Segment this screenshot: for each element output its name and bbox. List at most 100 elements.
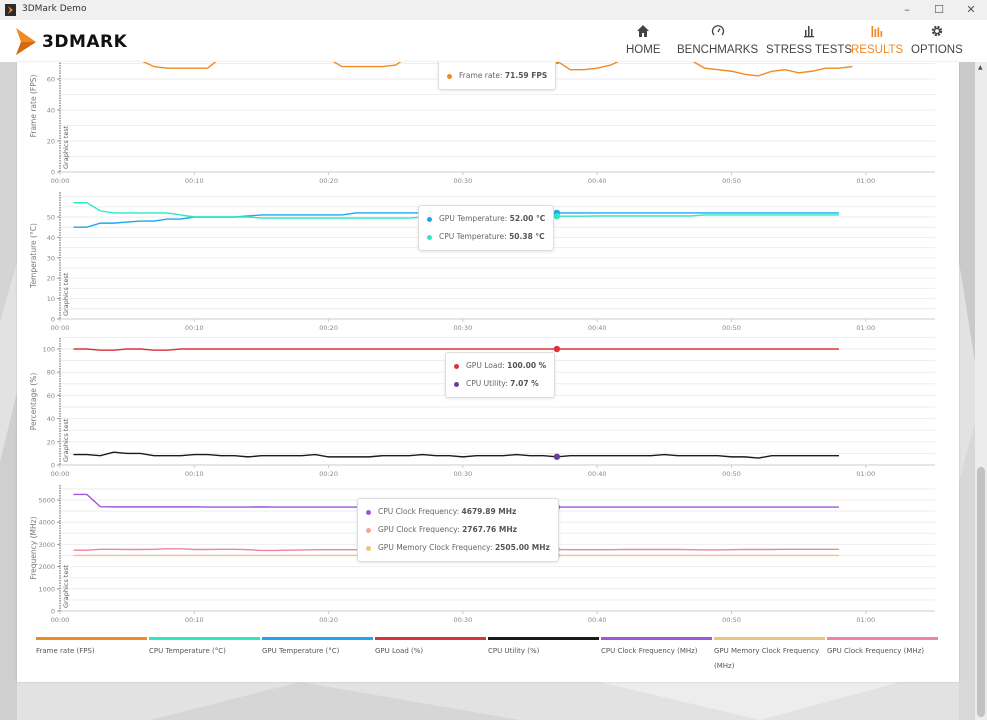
nav-options[interactable]: OPTIONS xyxy=(911,24,963,56)
y-tick-label: 30 xyxy=(47,254,55,262)
hover-point xyxy=(553,345,561,353)
x-tick-label: 00:00 xyxy=(51,324,70,332)
legend-label: CPU Utility (%) xyxy=(488,647,540,655)
y-tick-label: 40 xyxy=(47,415,55,423)
legend-label: GPU Clock Frequency (MHz) xyxy=(827,647,925,655)
nav-home[interactable]: HOME xyxy=(626,24,661,56)
legend-swatch xyxy=(827,637,938,640)
scrollbar-thumb[interactable] xyxy=(977,467,985,717)
results-panel: 0 20 40 60 00:00 00:10 00:20 00:30 00:40 00:50 01:… xyxy=(17,62,959,682)
legend-swatch xyxy=(375,637,486,640)
y-axis-label: Frequency (MHz) xyxy=(29,516,38,579)
3dmark-logo[interactable]: 3DMARK xyxy=(12,26,157,56)
tooltip-label: CPU Clock Frequency: xyxy=(378,507,462,516)
close-button[interactable]: ✕ xyxy=(956,2,986,18)
tooltip-label: CPU Utility: xyxy=(466,379,511,388)
x-tick-label: 00:20 xyxy=(319,324,338,332)
series-dot-icon xyxy=(454,363,459,369)
tooltip-row: CPU Temperature: 50.38 °C xyxy=(427,228,545,246)
app-icon xyxy=(5,4,16,16)
graphics-test-label: Graphics test xyxy=(62,564,70,608)
nav-home-label: HOME xyxy=(626,44,661,56)
vertical-scrollbar[interactable]: ▲ xyxy=(975,62,987,720)
gear-icon xyxy=(931,25,943,37)
scroll-up-arrow-icon[interactable]: ▲ xyxy=(978,64,983,71)
y-axis-label: Frame rate (FPS) xyxy=(29,75,38,138)
tooltip-value: 2505.00 MHz xyxy=(494,543,550,552)
legend-item[interactable]: GPU Clock Frequency (MHz) xyxy=(827,637,940,674)
graphics-test-label: Graphics test xyxy=(62,125,70,169)
tooltip-row: CPU Clock Frequency: 4679.89 MHz xyxy=(366,503,550,521)
legend-label: CPU Clock Frequency (MHz) xyxy=(601,647,698,655)
y-tick-label: 80 xyxy=(47,369,55,377)
results-icon xyxy=(871,26,883,37)
x-tick-label: 00:10 xyxy=(185,470,204,478)
x-tick-label: 00:20 xyxy=(319,177,338,185)
y-tick-label: 100 xyxy=(43,346,55,354)
series-line xyxy=(73,348,839,351)
app-header: 3DMARK HOME BENCHMARKS STRESS TESTS RESU… xyxy=(0,20,987,62)
y-tick-label: 50 xyxy=(47,214,55,222)
y-tick-label: 5000 xyxy=(38,497,55,505)
chart-tooltip: GPU Load: 100.00 % CPU Utility: 7.07 % xyxy=(445,352,556,398)
nav-benchmarks[interactable]: BENCHMARKS xyxy=(677,24,758,56)
series-dot-icon xyxy=(366,545,371,551)
y-tick-label: 4000 xyxy=(38,519,55,527)
y-tick-label: 0 xyxy=(51,462,55,470)
tooltip-label: GPU Load: xyxy=(466,361,508,370)
legend-item[interactable]: Frame rate (FPS) xyxy=(36,637,149,674)
nav-results[interactable]: RESULTS xyxy=(851,24,903,56)
x-tick-label: 00:50 xyxy=(722,177,741,185)
legend-item[interactable]: CPU Utility (%) xyxy=(488,637,601,674)
tooltip-value: 4679.89 MHz xyxy=(461,507,517,516)
x-tick-label: 00:00 xyxy=(51,616,70,624)
legend-label: CPU Temperature (°C) xyxy=(149,647,226,655)
x-tick-label: 00:40 xyxy=(588,616,607,624)
y-tick-label: 3000 xyxy=(38,541,55,549)
logo-chevron-icon xyxy=(16,28,36,55)
legend-item[interactable]: CPU Temperature (°C) xyxy=(149,637,262,674)
x-tick-label: 00:30 xyxy=(454,470,473,478)
legend-swatch xyxy=(262,637,373,640)
y-tick-label: 60 xyxy=(47,76,55,84)
legend-item[interactable]: GPU Load (%) xyxy=(375,637,488,674)
x-tick-label: 00:20 xyxy=(319,616,338,624)
maximize-button[interactable]: ☐ xyxy=(924,2,954,18)
x-tick-label: 00:30 xyxy=(454,616,473,624)
y-tick-label: 10 xyxy=(47,295,55,303)
legend-item[interactable]: GPU Temperature (°C) xyxy=(262,637,375,674)
x-tick-label: 00:00 xyxy=(51,470,70,478)
home-icon xyxy=(637,25,650,37)
x-tick-label: 00:50 xyxy=(722,470,741,478)
tooltip-value: 52.00 °C xyxy=(509,214,546,223)
tooltip-label: GPU Temperature: xyxy=(439,214,510,223)
x-tick-label: 00:10 xyxy=(185,177,204,185)
x-tick-label: 00:00 xyxy=(51,177,70,185)
hover-point xyxy=(553,453,561,460)
y-tick-label: 20 xyxy=(47,438,55,446)
series-dot-icon xyxy=(366,527,371,533)
tooltip-value: 71.59 FPS xyxy=(504,71,548,80)
x-tick-label: 00:30 xyxy=(454,324,473,332)
nav-stress-tests[interactable]: STRESS TESTS xyxy=(766,24,852,56)
y-axis-label: Percentage (%) xyxy=(29,373,38,431)
legend-swatch xyxy=(714,637,825,640)
tooltip-value: 7.07 % xyxy=(510,379,539,388)
legend-swatch xyxy=(149,637,260,640)
tooltip-row: Frame rate: 71.59 FPS xyxy=(447,67,547,85)
chart-tooltip: GPU Temperature: 52.00 °C CPU Temperature… xyxy=(418,205,555,251)
minimize-button[interactable]: – xyxy=(892,2,922,18)
y-tick-label: 0 xyxy=(51,608,55,616)
series-dot-icon xyxy=(366,509,371,515)
legend-item[interactable]: CPU Clock Frequency (MHz) xyxy=(601,637,714,674)
y-tick-label: 1000 xyxy=(38,585,55,593)
legend-swatch xyxy=(488,637,599,640)
y-tick-label: 0 xyxy=(51,316,55,324)
legend-label: GPU Memory Clock Frequency (MHz) xyxy=(714,647,820,670)
hover-point xyxy=(553,213,561,220)
series-dot-icon xyxy=(427,216,432,222)
legend-item[interactable]: GPU Memory Clock Frequency (MHz) xyxy=(714,637,827,674)
x-tick-label: 01:00 xyxy=(856,616,875,624)
nav-benchmarks-label: BENCHMARKS xyxy=(677,44,759,56)
tooltip-row: GPU Temperature: 52.00 °C xyxy=(427,210,545,228)
